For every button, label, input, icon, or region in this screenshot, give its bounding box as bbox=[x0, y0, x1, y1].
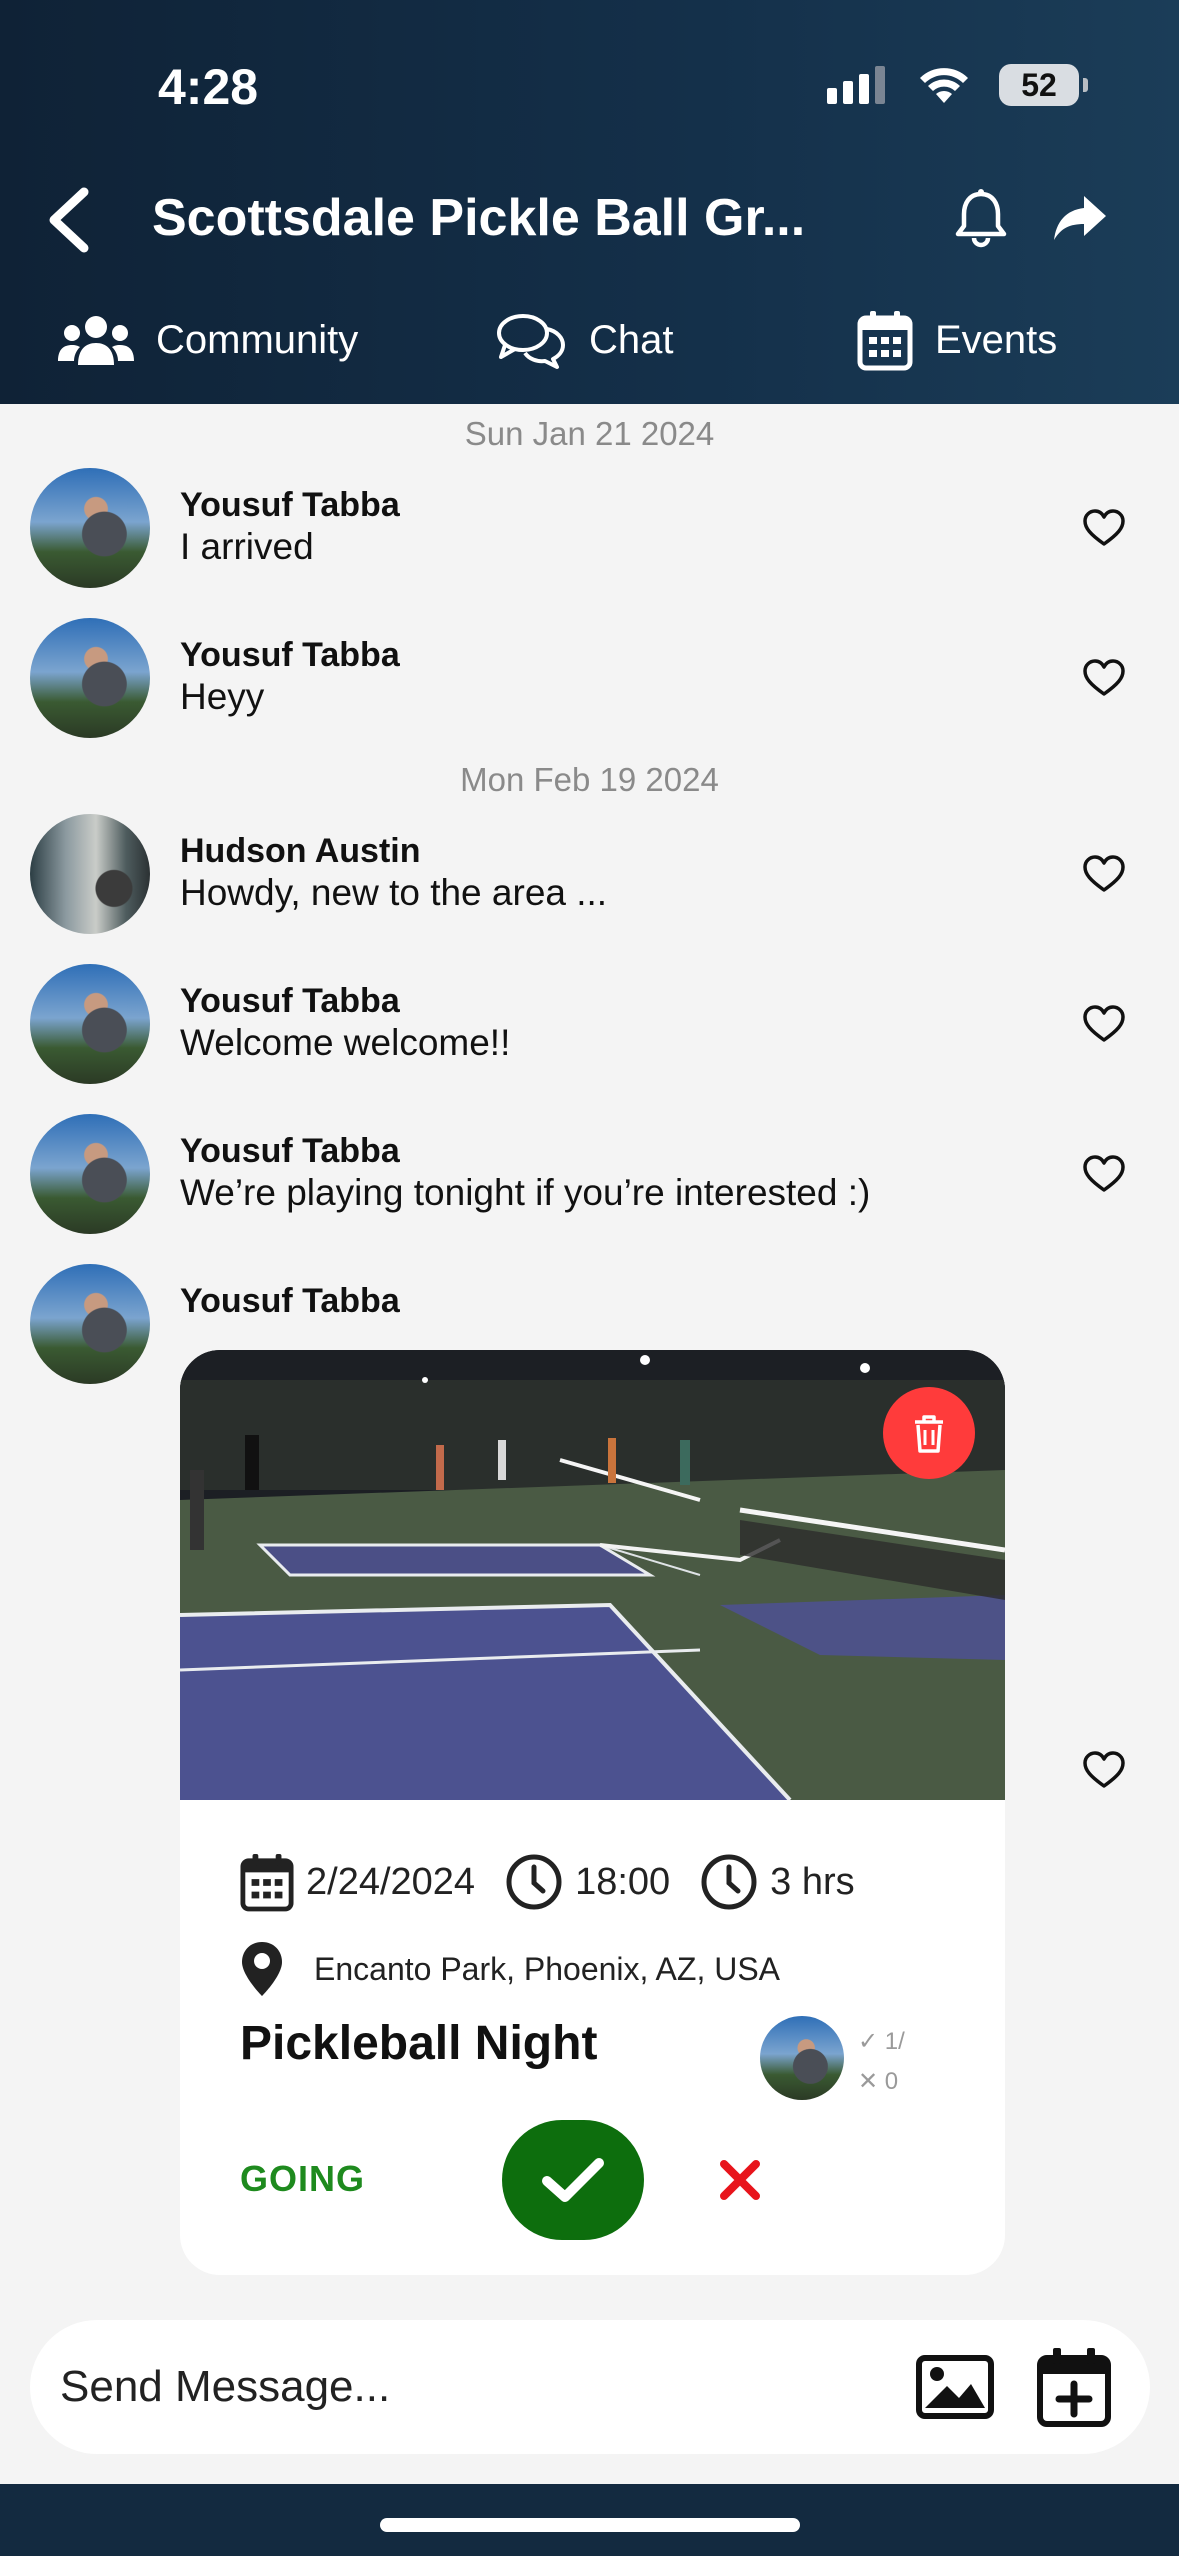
back-button[interactable] bbox=[40, 180, 100, 260]
message-text: I arrived bbox=[180, 526, 314, 567]
notifications-button[interactable] bbox=[950, 186, 1012, 248]
event-title: Pickleball Night bbox=[240, 2017, 598, 2070]
message-text: We’re playing tonight if you’re interest… bbox=[180, 1172, 871, 1213]
bell-icon bbox=[955, 189, 1007, 248]
heart-icon[interactable] bbox=[1082, 658, 1126, 698]
event-duration: 3 hrs bbox=[770, 1860, 855, 1903]
message-item: Yousuf Tabba Welcome welcome!! bbox=[0, 962, 1179, 1102]
share-button[interactable] bbox=[1050, 188, 1110, 248]
close-icon bbox=[720, 2160, 760, 2200]
share-arrow-icon bbox=[1054, 196, 1106, 240]
image-icon bbox=[916, 2355, 994, 2419]
chat-bubbles-icon bbox=[497, 314, 565, 369]
message-sender: Yousuf Tabba bbox=[180, 982, 400, 1020]
tab-bar: Community Chat Events bbox=[0, 300, 1179, 380]
wifi-icon bbox=[920, 68, 968, 103]
event-photo[interactable] bbox=[180, 1350, 1005, 1800]
avatar[interactable] bbox=[30, 1114, 150, 1234]
message-sender: Yousuf Tabba bbox=[180, 1282, 400, 1320]
event-location-row: Encanto Park, Phoenix, AZ, USA bbox=[240, 1940, 780, 1998]
chevron-left-icon bbox=[49, 187, 89, 253]
heart-icon[interactable] bbox=[1082, 508, 1126, 548]
delete-event-button[interactable] bbox=[883, 1387, 975, 1479]
date-separator: Mon Feb 19 2024 bbox=[460, 761, 719, 798]
message-input[interactable] bbox=[60, 2350, 880, 2424]
clock-icon bbox=[506, 1854, 562, 1910]
message-item: Yousuf Tabba We’re playing tonight if yo… bbox=[0, 1112, 1179, 1252]
heart-icon[interactable] bbox=[1082, 1154, 1126, 1194]
date-separator: Sun Jan 21 2024 bbox=[464, 415, 715, 452]
rsvp-status: GOING bbox=[240, 2158, 366, 2199]
not-going-count: ✕ 0 bbox=[858, 2068, 899, 2095]
event-time: 18:00 bbox=[575, 1860, 671, 1903]
message-item: Yousuf Tabba I arrived bbox=[0, 466, 1179, 606]
message-composer bbox=[30, 2320, 1150, 2454]
avatar[interactable] bbox=[30, 964, 150, 1084]
tab-community-label: Community bbox=[156, 317, 359, 362]
heart-icon[interactable] bbox=[1082, 854, 1126, 894]
app-header: 4:28 52 Scottsdale Pickle Ball Gr... Com… bbox=[0, 0, 1179, 404]
message-text: Heyy bbox=[180, 676, 265, 717]
event-datetime-row: 2/24/2024 18:00 3 hrs bbox=[240, 1852, 855, 1912]
create-event-button[interactable] bbox=[1035, 2346, 1113, 2428]
accept-button[interactable] bbox=[502, 2120, 644, 2240]
tab-events[interactable]: Events bbox=[857, 300, 1057, 380]
message-text: Welcome welcome!! bbox=[180, 1022, 511, 1063]
decline-button[interactable] bbox=[710, 2150, 770, 2210]
message-sender: Yousuf Tabba bbox=[180, 1132, 400, 1170]
going-count: ✓ 1/ bbox=[858, 2028, 905, 2055]
avatar[interactable] bbox=[30, 814, 150, 934]
users-icon bbox=[58, 316, 134, 365]
tab-community[interactable]: Community bbox=[58, 300, 358, 380]
tab-events-label: Events bbox=[935, 317, 1058, 362]
message-item: Yousuf Tabba Heyy bbox=[0, 616, 1179, 756]
rsvp-counts: ✓ 1/ ✕ 0 bbox=[858, 2022, 905, 2102]
heart-icon[interactable] bbox=[1082, 1750, 1126, 1790]
message-item: Hudson Austin Howdy, new to the area ... bbox=[0, 812, 1179, 952]
message-sender: Hudson Austin bbox=[180, 832, 421, 870]
group-title: Scottsdale Pickle Ball Gr... bbox=[152, 189, 806, 247]
avatar[interactable] bbox=[30, 1264, 150, 1384]
clock-icon bbox=[701, 1854, 757, 1910]
attach-image-button[interactable] bbox=[915, 2352, 995, 2422]
attendee-avatar[interactable] bbox=[760, 2016, 844, 2100]
calendar-icon bbox=[857, 311, 913, 371]
message-sender: Yousuf Tabba bbox=[180, 486, 400, 524]
cellular-signal-icon bbox=[827, 66, 885, 104]
avatar[interactable] bbox=[30, 618, 150, 738]
tab-chat-label: Chat bbox=[589, 317, 674, 362]
battery-indicator: 52 bbox=[999, 64, 1088, 106]
event-date: 2/24/2024 bbox=[306, 1860, 476, 1903]
calendar-plus-icon bbox=[1037, 2348, 1111, 2427]
avatar[interactable] bbox=[30, 468, 150, 588]
checkmark-icon bbox=[542, 2158, 604, 2202]
event-card[interactable]: 2/24/2024 18:00 3 hrs Encanto Park, Phoe… bbox=[180, 1350, 1005, 2275]
tab-chat[interactable]: Chat bbox=[495, 300, 674, 380]
map-pin-icon bbox=[242, 1942, 282, 1996]
home-indicator[interactable] bbox=[380, 2518, 800, 2532]
message-sender: Yousuf Tabba bbox=[180, 636, 400, 674]
event-location: Encanto Park, Phoenix, AZ, USA bbox=[314, 1950, 781, 1987]
trash-icon bbox=[915, 1415, 943, 1453]
status-time: 4:28 bbox=[158, 59, 259, 115]
status-icons: 52 bbox=[827, 64, 1088, 106]
message-text: Howdy, new to the area ... bbox=[180, 872, 608, 913]
calendar-icon bbox=[240, 1854, 294, 1912]
heart-icon[interactable] bbox=[1082, 1004, 1126, 1044]
